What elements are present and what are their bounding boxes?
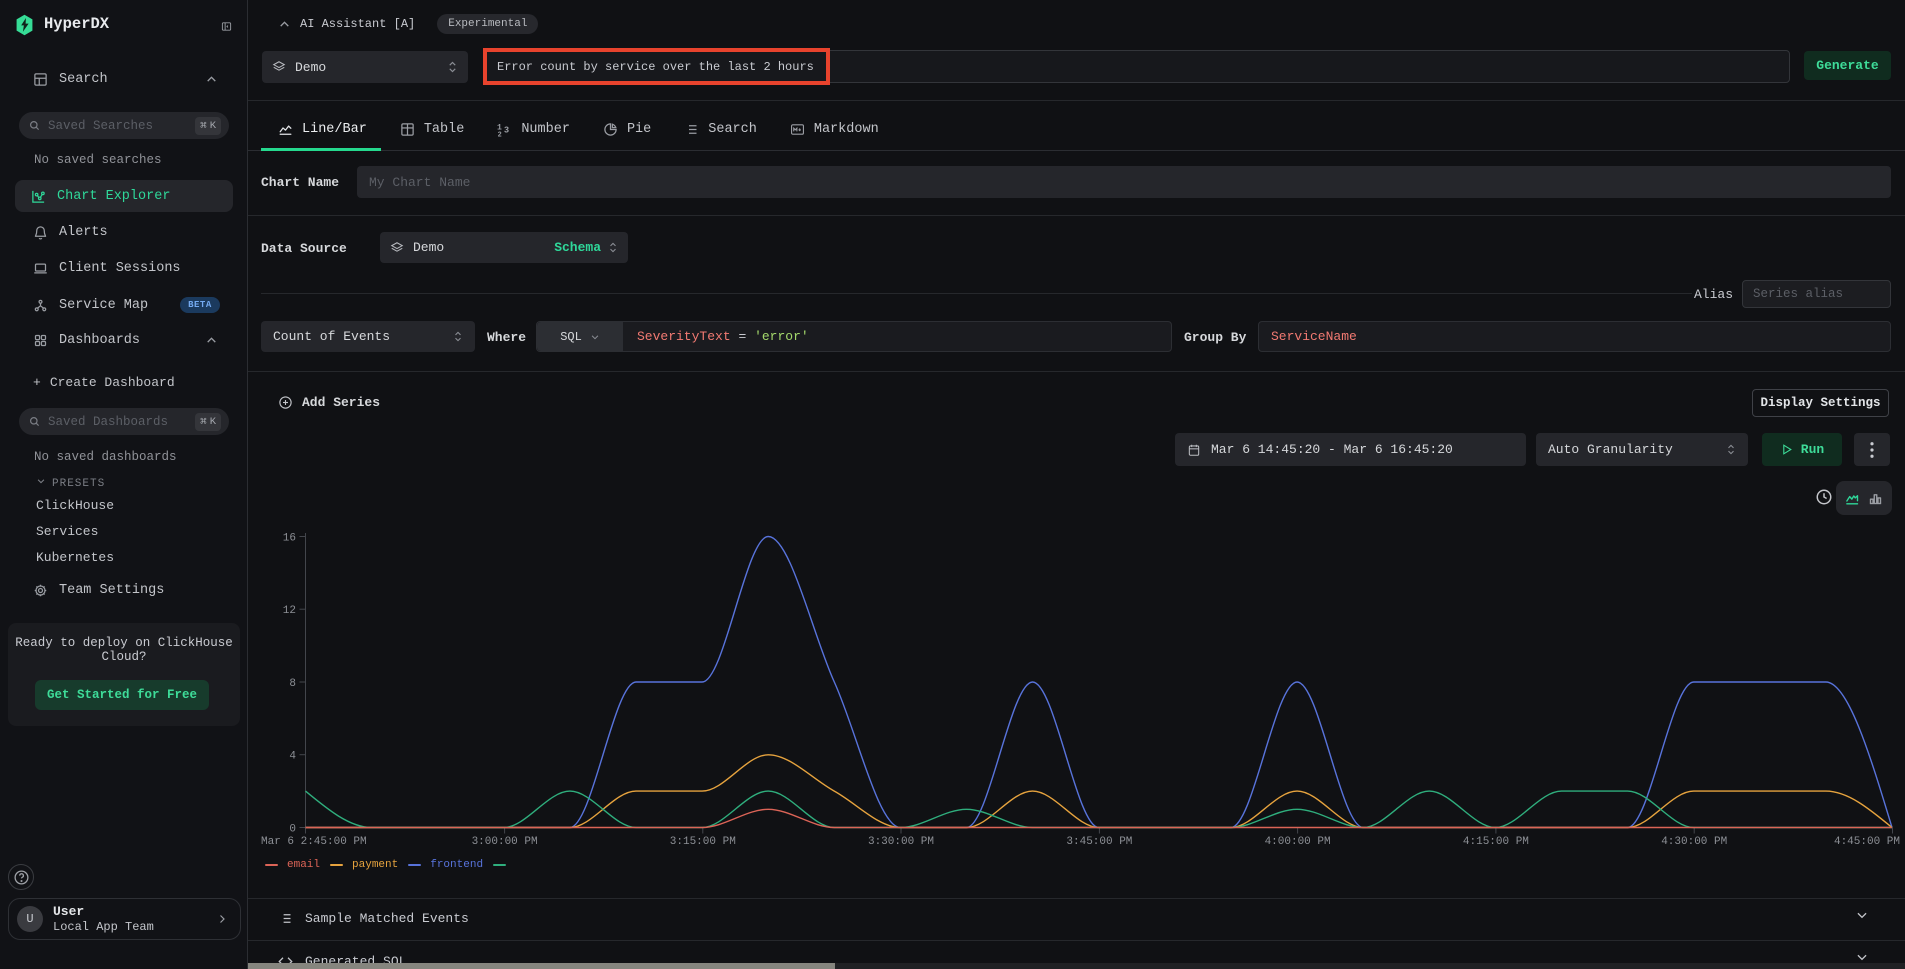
svg-text:4:00:00 PM: 4:00:00 PM	[1265, 836, 1331, 848]
svg-text:4: 4	[289, 751, 296, 763]
svg-text:3:45:00 PM: 3:45:00 PM	[1066, 836, 1132, 848]
svg-text:3:15:00 PM: 3:15:00 PM	[670, 836, 736, 848]
svg-text:12: 12	[283, 605, 296, 617]
svg-text:16: 16	[283, 533, 296, 545]
svg-text:8: 8	[289, 678, 296, 690]
svg-text:4:15:00 PM: 4:15:00 PM	[1463, 836, 1529, 848]
svg-text:2: 2	[498, 131, 502, 137]
svg-text:4:45:00 PM: 4:45:00 PM	[1834, 836, 1900, 848]
svg-text:0: 0	[289, 824, 296, 836]
svg-text:Mar 6 2:45:00 PM: Mar 6 2:45:00 PM	[261, 836, 367, 848]
svg-text:3:30:00 PM: 3:30:00 PM	[868, 836, 934, 848]
svg-text:4:30:00 PM: 4:30:00 PM	[1661, 836, 1727, 848]
svg-text:3: 3	[504, 125, 509, 135]
svg-text:3:00:00 PM: 3:00:00 PM	[472, 836, 538, 848]
